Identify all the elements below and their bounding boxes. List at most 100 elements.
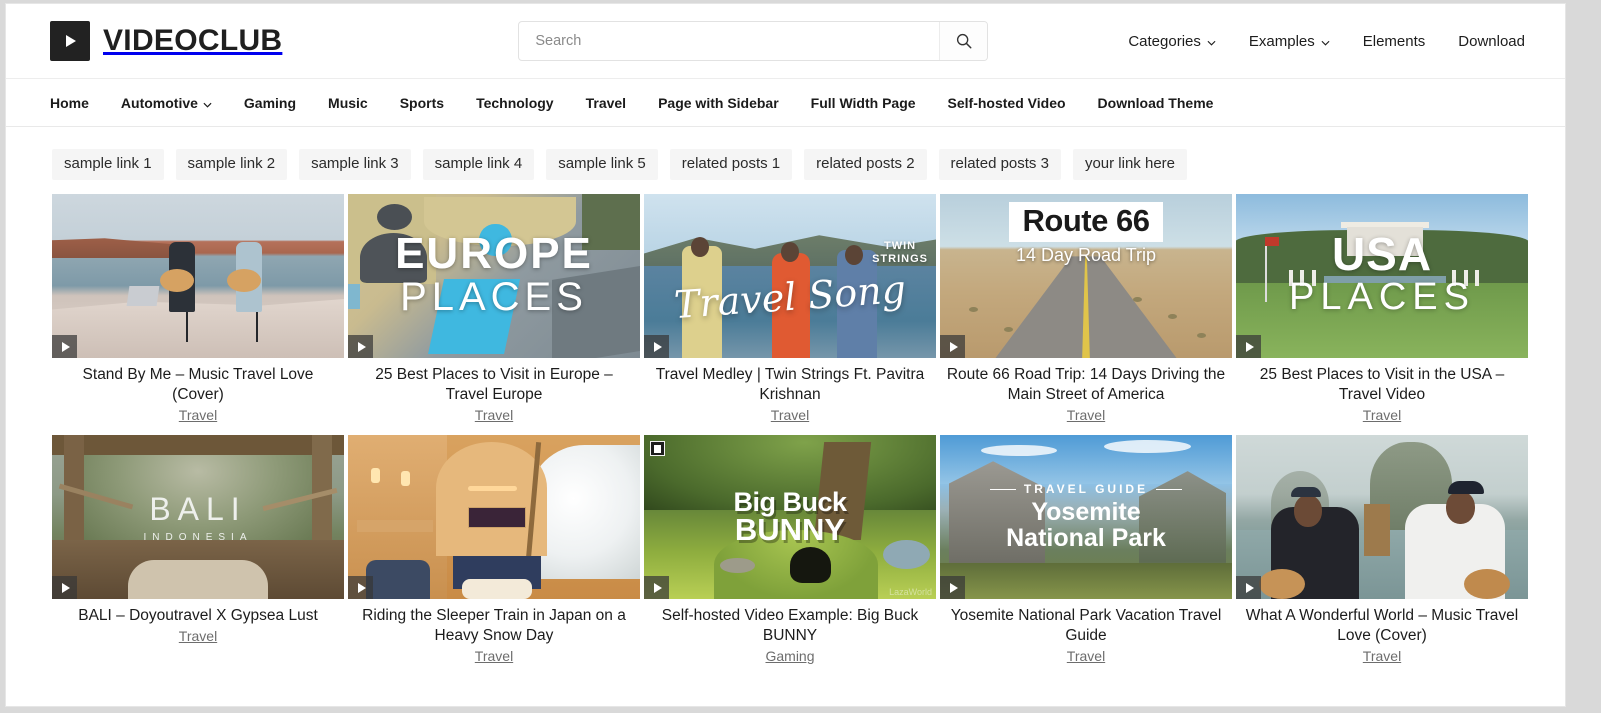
top-nav-item-categories[interactable]: Categories: [1128, 33, 1216, 50]
overlay-logo: TWIN STRINGS: [872, 240, 928, 265]
video-thumbnail[interactable]: BALI INDONESIA: [52, 435, 344, 599]
top-nav-label: Examples: [1248, 32, 1315, 50]
video-thumbnail[interactable]: USA PLACES: [1236, 194, 1528, 358]
video-category[interactable]: Travel: [475, 648, 513, 664]
video-card: TRAVEL GUIDE Yosemite National Park Yose…: [940, 435, 1232, 666]
video-title[interactable]: 25 Best Places to Visit in the USA – Tra…: [1240, 365, 1524, 405]
video-card: USA PLACES 25 Best Places to Visit in th…: [1236, 194, 1528, 425]
video-thumbnail[interactable]: TRAVEL GUIDE Yosemite National Park: [940, 435, 1232, 599]
top-nav-item-download[interactable]: Download: [1458, 33, 1525, 50]
search-button[interactable]: [939, 22, 988, 60]
tag-link[interactable]: related posts 1: [669, 149, 793, 180]
nav-item-page-with-sidebar[interactable]: Page with Sidebar: [658, 95, 779, 111]
nav-item-full-width-page[interactable]: Full Width Page: [811, 95, 916, 111]
video-title[interactable]: 25 Best Places to Visit in Europe – Trav…: [352, 365, 636, 405]
thumbnail-art: [940, 194, 1232, 358]
video-grid: Stand By Me – Music Travel Love (Cover) …: [6, 180, 1565, 666]
tag-link[interactable]: related posts 3: [938, 149, 1061, 180]
nav-item-music[interactable]: Music: [328, 95, 368, 111]
nav-item-home[interactable]: Home: [50, 95, 89, 111]
video-card: EUROPE PLACES 25 Best Places to Visit in…: [348, 194, 640, 425]
nav-label: Gaming: [243, 94, 297, 111]
video-card: TWIN STRINGS Travel Song Travel Medley |…: [644, 194, 936, 425]
chevron-down-icon: [1207, 33, 1216, 50]
video-card: BALI INDONESIA BALI – Doyoutravel X Gyps…: [52, 435, 344, 666]
video-thumbnail[interactable]: [1236, 435, 1528, 599]
thumbnail-art: [1236, 435, 1528, 599]
nav-label: Travel: [585, 94, 627, 111]
video-card: Stand By Me – Music Travel Love (Cover) …: [52, 194, 344, 425]
tag-link[interactable]: sample link 2: [175, 149, 288, 180]
nav-label: Full Width Page: [810, 94, 916, 111]
nav-label: Home: [50, 94, 89, 111]
nav-item-automotive[interactable]: Automotive: [121, 95, 212, 111]
video-thumbnail[interactable]: Big Buck BUNNY LazaWorld: [644, 435, 936, 599]
nav-item-self-hosted-video[interactable]: Self-hosted Video: [948, 95, 1066, 111]
video-title[interactable]: Route 66 Road Trip: 14 Days Driving the …: [944, 365, 1228, 405]
top-nav-item-elements[interactable]: Elements: [1363, 33, 1426, 50]
video-category[interactable]: Travel: [771, 407, 809, 423]
overlay-logo-line-1: TWIN: [883, 239, 917, 252]
video-file-icon: [650, 441, 665, 456]
tag-link[interactable]: sample link 4: [422, 149, 535, 180]
play-icon: [348, 576, 373, 599]
video-thumbnail[interactable]: Route 66 14 Day Road Trip: [940, 194, 1232, 358]
video-category[interactable]: Travel: [179, 407, 217, 423]
tag-link[interactable]: sample link 3: [299, 149, 411, 180]
video-category[interactable]: Travel: [475, 407, 513, 423]
thumbnail-art: [348, 194, 640, 358]
video-category[interactable]: Travel: [1067, 648, 1105, 664]
video-meta: BALI – Doyoutravel X Gypsea Lust Travel: [52, 599, 344, 646]
chevron-down-icon: [203, 95, 212, 111]
thumbnail-art: [348, 435, 640, 599]
site-logo[interactable]: VIDEOCLUB: [50, 21, 282, 61]
video-title[interactable]: What A Wonderful World – Music Travel Lo…: [1240, 606, 1524, 646]
nav-label: Automotive: [120, 94, 198, 111]
top-navigation: Categories Examples Elements Download: [1128, 33, 1525, 50]
top-nav-label: Elements: [1362, 32, 1426, 50]
search-input[interactable]: [519, 22, 940, 60]
video-category[interactable]: Travel: [1363, 407, 1401, 423]
tag-link[interactable]: your link here: [1072, 149, 1187, 180]
play-icon: [52, 335, 77, 358]
video-card: Route 66 14 Day Road Trip Route 66 Road …: [940, 194, 1232, 425]
nav-label: Page with Sidebar: [658, 94, 779, 111]
video-category[interactable]: Travel: [1363, 648, 1401, 664]
video-title[interactable]: Yosemite National Park Vacation Travel G…: [944, 606, 1228, 646]
video-title[interactable]: Travel Medley | Twin Strings Ft. Pavitra…: [648, 365, 932, 405]
video-meta: What A Wonderful World – Music Travel Lo…: [1236, 599, 1528, 666]
video-title[interactable]: Stand By Me – Music Travel Love (Cover): [56, 365, 340, 405]
nav-label: Music: [328, 94, 368, 111]
top-nav-label: Download: [1458, 32, 1525, 50]
thumbnail-art: [644, 435, 936, 599]
video-thumbnail[interactable]: [52, 194, 344, 358]
thumbnail-art: [940, 435, 1232, 599]
video-meta: Riding the Sleeper Train in Japan on a H…: [348, 599, 640, 666]
play-icon: [348, 335, 373, 358]
video-meta: 25 Best Places to Visit in Europe – Trav…: [348, 358, 640, 425]
nav-item-download-theme[interactable]: Download Theme: [1098, 95, 1214, 111]
video-thumbnail[interactable]: EUROPE PLACES: [348, 194, 640, 358]
video-title[interactable]: Self-hosted Video Example: Big Buck BUNN…: [648, 606, 932, 646]
tag-link[interactable]: sample link 1: [52, 149, 164, 180]
nav-item-gaming[interactable]: Gaming: [244, 95, 296, 111]
video-title[interactable]: Riding the Sleeper Train in Japan on a H…: [352, 606, 636, 646]
tag-link[interactable]: related posts 2: [804, 149, 927, 180]
video-category[interactable]: Travel: [179, 628, 217, 644]
brand-name: VIDEOCLUB: [103, 24, 283, 57]
top-nav-label: Categories: [1128, 32, 1201, 50]
nav-item-sports[interactable]: Sports: [400, 95, 444, 111]
video-category[interactable]: Travel: [1067, 407, 1105, 423]
play-icon: [1236, 576, 1261, 599]
video-thumbnail[interactable]: [348, 435, 640, 599]
overlay-logo-line-2: STRINGS: [872, 252, 928, 265]
top-nav-item-examples[interactable]: Examples: [1249, 33, 1330, 50]
video-category[interactable]: Gaming: [765, 648, 814, 664]
nav-item-travel[interactable]: Travel: [586, 95, 626, 111]
play-icon: [52, 576, 77, 599]
video-thumbnail[interactable]: TWIN STRINGS Travel Song: [644, 194, 936, 358]
video-card: Riding the Sleeper Train in Japan on a H…: [348, 435, 640, 666]
tag-link[interactable]: sample link 5: [546, 149, 658, 180]
video-title[interactable]: BALI – Doyoutravel X Gypsea Lust: [56, 606, 340, 626]
nav-item-technology[interactable]: Technology: [476, 95, 554, 111]
